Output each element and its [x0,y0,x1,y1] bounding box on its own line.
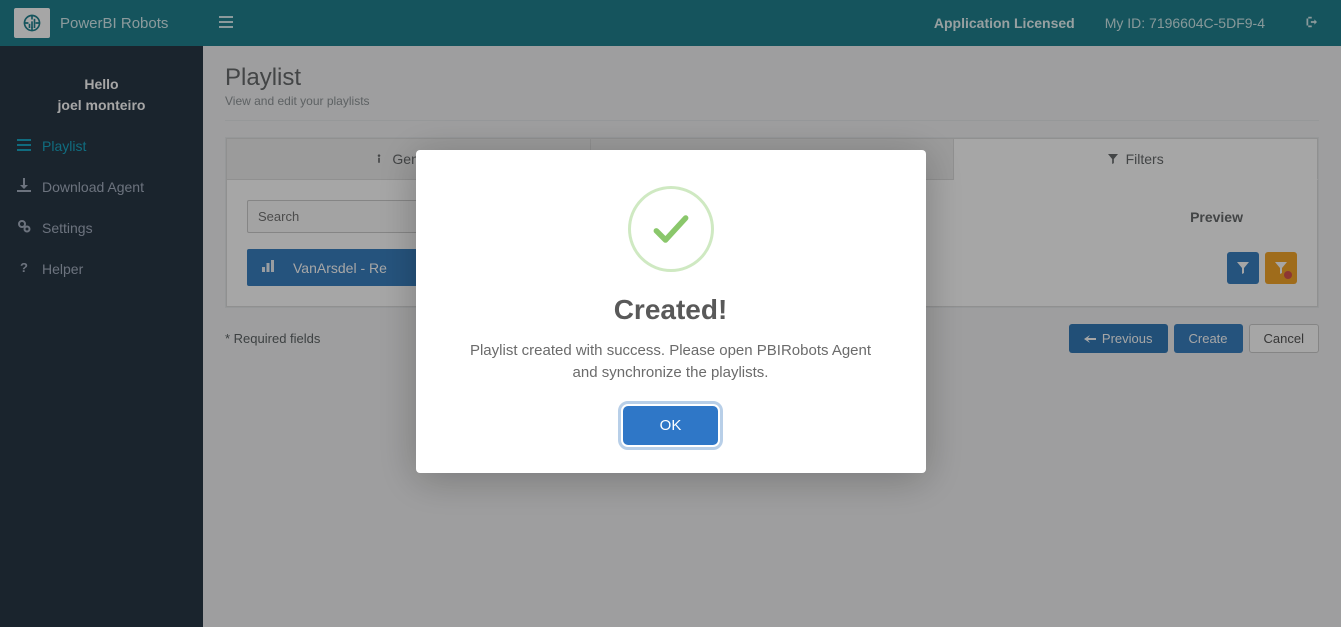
success-check-icon [628,186,714,272]
modal-title: Created! [456,294,886,326]
modal-overlay: Created! Playlist created with success. … [0,0,1341,627]
modal-ok-button[interactable]: OK [623,406,719,445]
modal-ok-label: OK [660,417,682,434]
modal-message: Playlist created with success. Please op… [456,340,886,384]
modal: Created! Playlist created with success. … [416,150,926,473]
